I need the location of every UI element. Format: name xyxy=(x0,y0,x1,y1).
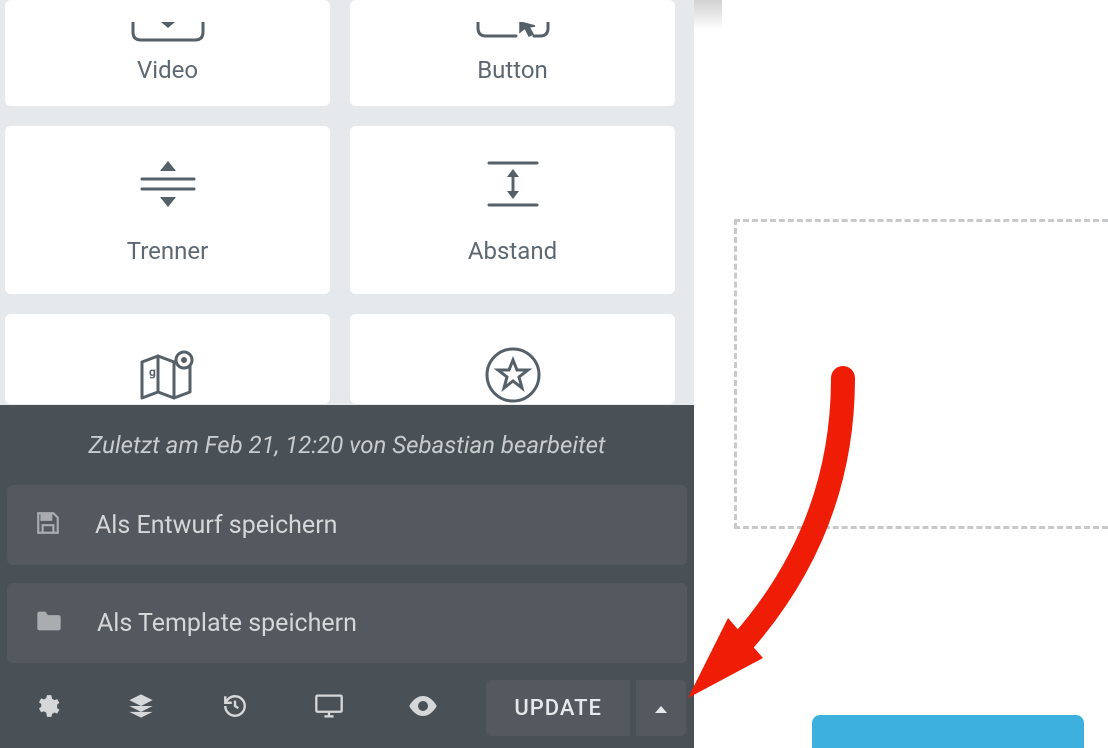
save-template-label: Als Template speichern xyxy=(97,609,357,638)
save-template-button[interactable]: Als Template speichern xyxy=(7,583,687,663)
spacer-icon xyxy=(483,155,543,211)
widget-grid: Video Button Trenner xyxy=(5,0,679,404)
widget-spacer[interactable]: Abstand xyxy=(350,126,675,294)
drop-zone[interactable] xyxy=(734,219,1108,529)
widget-divider[interactable]: Trenner xyxy=(5,126,330,294)
preview-button[interactable] xyxy=(376,668,470,748)
widget-label: Button xyxy=(477,56,548,84)
last-edited-text: Zuletzt am Feb 21, 12:20 von Sebastian b… xyxy=(0,405,694,485)
widget-label: Trenner xyxy=(127,237,208,265)
save-popup: Zuletzt am Feb 21, 12:20 von Sebastian b… xyxy=(0,405,694,668)
editor-footer: UPDATE xyxy=(0,668,694,748)
eye-icon xyxy=(408,695,438,721)
folder-icon xyxy=(35,608,63,638)
canvas-button-element[interactable] xyxy=(812,715,1084,748)
settings-button[interactable] xyxy=(0,668,94,748)
star-circle-icon xyxy=(484,346,542,404)
layers-icon xyxy=(127,692,155,724)
widget-button[interactable]: Button xyxy=(350,0,675,106)
video-icon xyxy=(131,22,205,44)
divider-icon xyxy=(138,155,198,211)
widget-video[interactable]: Video xyxy=(5,0,330,106)
widget-maps[interactable]: g xyxy=(5,314,330,404)
update-button[interactable]: UPDATE xyxy=(486,680,630,736)
save-icon xyxy=(35,510,61,540)
history-icon xyxy=(222,693,248,723)
sidebar-shadow xyxy=(694,0,722,30)
maps-icon: g xyxy=(136,346,200,404)
button-icon xyxy=(476,22,550,44)
history-button[interactable] xyxy=(188,668,282,748)
svg-text:g: g xyxy=(149,365,156,379)
widget-icon[interactable] xyxy=(350,314,675,404)
widget-label: Abstand xyxy=(468,237,557,265)
update-more-button[interactable] xyxy=(636,680,686,736)
gear-icon xyxy=(34,693,60,723)
update-group: UPDATE xyxy=(486,680,694,736)
navigator-button[interactable] xyxy=(94,668,188,748)
caret-up-icon xyxy=(654,699,668,718)
save-draft-button[interactable]: Als Entwurf speichern xyxy=(7,485,687,565)
editor-sidebar: Video Button Trenner xyxy=(0,0,694,748)
save-draft-label: Als Entwurf speichern xyxy=(95,511,337,540)
desktop-icon xyxy=(314,693,344,723)
responsive-button[interactable] xyxy=(282,668,376,748)
widget-label: Video xyxy=(137,56,198,84)
update-label: UPDATE xyxy=(514,696,602,721)
